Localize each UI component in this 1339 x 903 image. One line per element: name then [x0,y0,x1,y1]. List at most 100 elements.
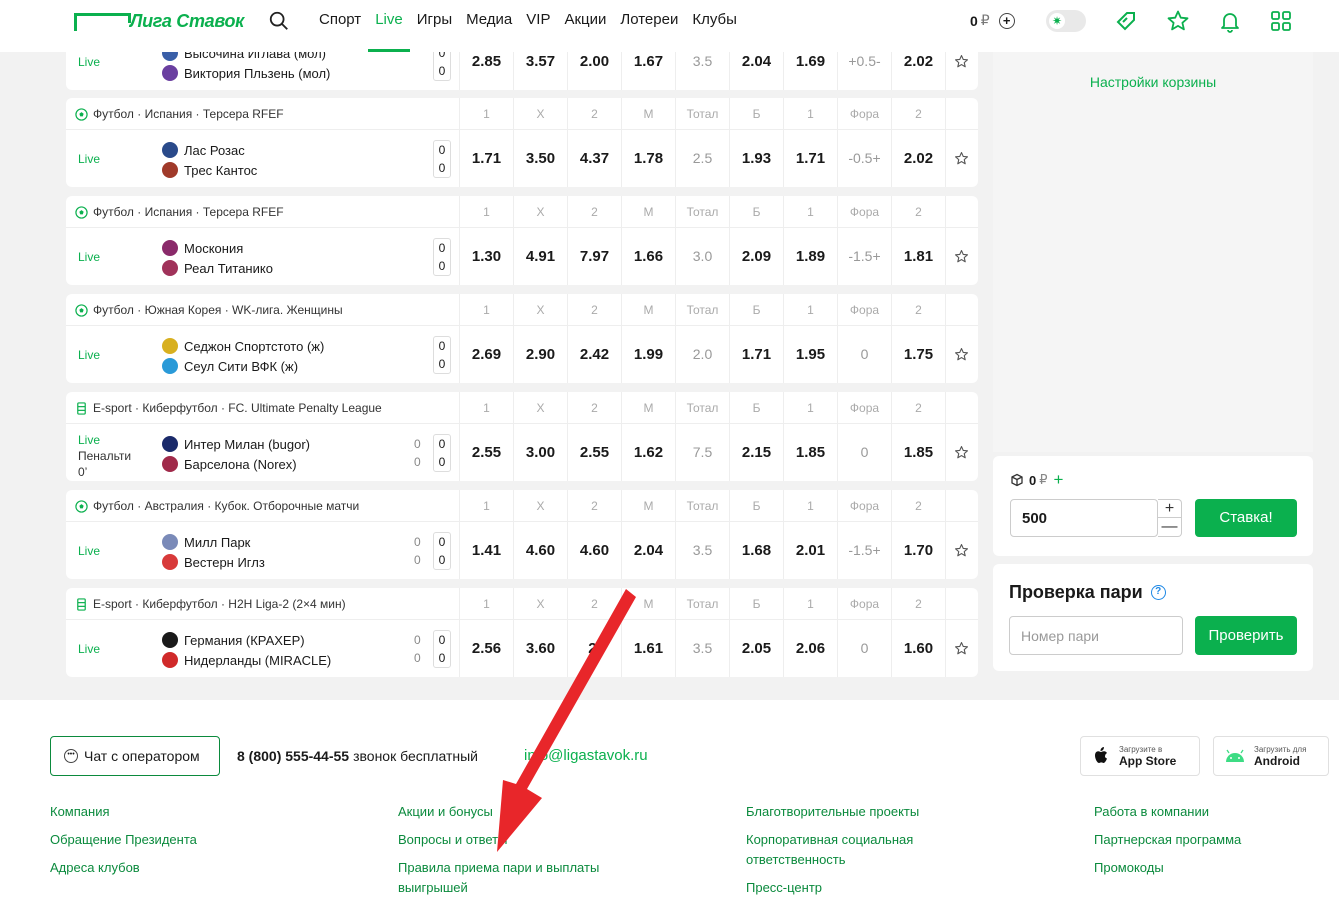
odd-cell[interactable]: 1.66 [621,228,675,285]
team-away[interactable]: Сеул Сити ВФК (ж) [162,356,324,376]
team-away[interactable]: Трес Кантос [162,160,257,180]
place-bet-button[interactable]: Ставка! [1195,499,1297,537]
favorite-star-cell[interactable] [945,620,977,677]
team-home[interactable]: Интер Милан (bugor) [162,434,310,454]
odd-cell[interactable]: 1.95 [783,326,837,383]
team-home[interactable]: Германия (КРАХЕР) [162,630,331,650]
coupon-icon[interactable] [1114,9,1138,33]
odd-cell[interactable]: 1.68 [729,522,783,579]
odd-cell[interactable]: 2.55 [459,424,513,481]
search-icon[interactable] [268,10,290,32]
footer-link[interactable]: Партнерская программа [1094,830,1334,850]
footer-link[interactable]: Благотворительные проекты [746,802,946,822]
deposit-plus-icon[interactable]: + [998,12,1015,29]
odd-cell[interactable]: 2.01 [783,522,837,579]
odd-cell[interactable]: 1.41 [459,522,513,579]
odd-cell[interactable]: 3.00 [513,424,567,481]
team-away[interactable]: Барселона (Norex) [162,454,310,474]
nav-games[interactable]: Игры [410,0,459,52]
odd-cell[interactable]: 1.85 [891,424,945,481]
footer-link[interactable]: Вопросы и ответы [398,830,628,850]
odd-cell[interactable]: 1.78 [621,130,675,187]
team-home[interactable]: Москония [162,238,273,258]
odd-cell[interactable]: 1.85 [783,424,837,481]
nav-live[interactable]: Live [368,0,410,52]
odd-cell[interactable]: 1.81 [891,228,945,285]
support-phone[interactable]: 8 (800) 555-44-55 звонок бесплатный [237,748,478,764]
footer-link[interactable]: Работа в компании [1094,802,1334,822]
footer-link[interactable]: Промокоды [1094,858,1334,878]
event-row[interactable]: Live Лас Розас Трес Кантос 0 0 1.71 3.50 4.37 1.… [66,130,978,187]
odd-cell[interactable]: 3.50 [513,130,567,187]
odd-cell[interactable]: 2.06 [783,620,837,677]
favorites-star-icon[interactable] [1166,9,1190,33]
footer-link[interactable]: Корпоративная социальная ответственность [746,830,946,870]
bell-icon[interactable] [1218,9,1242,33]
odd-cell[interactable]: 4.37 [567,130,621,187]
favorite-star-cell[interactable] [945,228,977,285]
footer-link[interactable]: Обращение Президента [50,830,290,850]
footer-link[interactable]: Адреса клубов [50,858,290,878]
event-league[interactable]: Футбол · Испания · Терсера RFEF [75,107,284,121]
team-away[interactable]: Виктория Пльзень (мол) [162,63,330,83]
odd-cell[interactable]: 7.97 [567,228,621,285]
logo[interactable]: Лига Ставок [74,11,244,32]
help-icon[interactable]: ? [1150,585,1166,600]
balance[interactable]: 0 ₽ + [970,12,1015,29]
stake-input[interactable]: 500 [1010,499,1158,537]
odd-cell[interactable]: 4.60 [513,522,567,579]
favorite-star-cell[interactable] [945,424,977,481]
odd-cell[interactable]: 4.91 [513,228,567,285]
nav-promos[interactable]: Акции [557,0,613,52]
odd-cell[interactable]: 2.90 [513,326,567,383]
odd-cell[interactable]: 2.05 [729,620,783,677]
stake-increment-button[interactable]: + [1158,500,1181,518]
odd-cell[interactable]: 1.99 [621,326,675,383]
check-button[interactable]: Проверить [1195,616,1297,655]
odd-cell[interactable]: 4.60 [567,522,621,579]
event-league[interactable]: Футбол · Австралия · Кубок. Отборочные м… [75,499,359,513]
team-home[interactable]: Милл Парк [162,532,265,552]
nav-media[interactable]: Медиа [459,0,519,52]
event-league[interactable]: Футбол · Южная Корея · WK-лига. Женщины [75,303,343,317]
event-row[interactable]: Live Милл Парк Вестерн Иглз 0 0 0 0 1.41 4.60 4.6… [66,522,978,579]
odd-cell[interactable]: 1.62 [621,424,675,481]
odd-cell[interactable]: 2.56 [459,620,513,677]
event-row[interactable]: Live Пенальти 0’ Интер Милан (bugor) Барсело… [66,424,978,481]
team-home[interactable]: Лас Розас [162,140,257,160]
nav-lotteries[interactable]: Лотереи [613,0,685,52]
cart-settings-link[interactable]: Настройки корзины [993,74,1313,90]
event-row[interactable]: Live Москония Реал Титанико 0 0 1.30 4.91 7.97 1… [66,228,978,285]
app-store-button[interactable]: Загрузите в App Store [1080,736,1200,776]
odd-cell[interactable]: 1.60 [891,620,945,677]
odd-cell[interactable]: 1.71 [783,130,837,187]
odd-cell[interactable]: 2.15 [729,424,783,481]
team-away[interactable]: Вестерн Иглз [162,552,265,572]
event-league[interactable]: E-sport · Киберфутбол · FC. Ultimate Pen… [75,401,382,415]
footer-link[interactable]: Компания [50,802,290,822]
odd-cell[interactable]: 1.89 [783,228,837,285]
team-away[interactable]: Реал Титанико [162,258,273,278]
support-email[interactable]: info@ligastavok.ru [524,747,648,764]
nav-sport[interactable]: Спорт [319,0,368,52]
odd-cell[interactable]: 1.71 [729,326,783,383]
footer-link[interactable]: Пресс-центр [746,878,946,898]
odd-cell[interactable]: 1.30 [459,228,513,285]
apps-grid-icon[interactable] [1269,9,1293,33]
favorite-star-cell[interactable] [945,326,977,383]
theme-toggle[interactable]: ✷ [1046,10,1086,32]
favorite-star-cell[interactable] [945,522,977,579]
odd-cell[interactable]: 3.60 [513,620,567,677]
odd-cell[interactable]: 2.55 [567,424,621,481]
odd-cell[interactable]: 2. [567,620,621,677]
odd-cell[interactable]: 1.75 [891,326,945,383]
team-home[interactable]: Седжон Спортстото (ж) [162,336,324,356]
odd-cell[interactable]: 1.61 [621,620,675,677]
nav-vip[interactable]: VIP [519,0,557,52]
android-button[interactable]: Загрузить для Android [1213,736,1329,776]
footer-link-rules[interactable]: Правила приема пари и выплаты выигрышей [398,858,628,898]
favorite-star-cell[interactable] [945,130,977,187]
odd-cell[interactable]: 2.69 [459,326,513,383]
odd-cell[interactable]: 2.02 [891,130,945,187]
odd-cell[interactable]: 2.04 [621,522,675,579]
